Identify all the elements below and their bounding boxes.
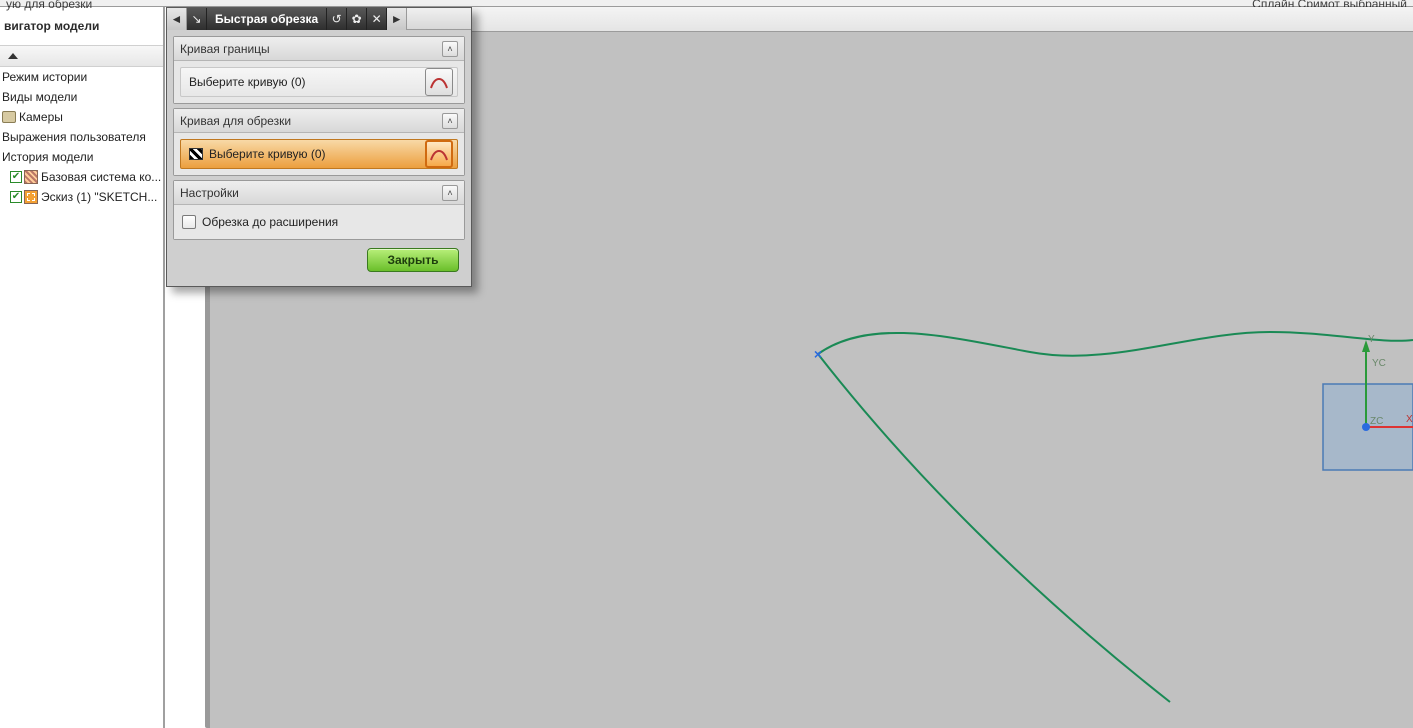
trim-to-extension-label: Обрезка до расширения <box>202 215 338 229</box>
trim-to-extension-checkbox-row[interactable]: Обрезка до расширения <box>180 211 458 233</box>
select-boundary-label: Выберите кривую (0) <box>189 75 306 89</box>
group-trim-title: Кривая для обрезки <box>180 114 291 128</box>
chevron-left-icon: ◄ <box>171 12 183 26</box>
tree-item-history-mode[interactable]: Режим истории <box>0 67 163 87</box>
select-trim-curve[interactable]: Выберите кривую (0) <box>180 139 458 169</box>
select-boundary-curve[interactable]: Выберите кривую (0) <box>180 67 458 97</box>
model-navigator-title: вигатор модели <box>0 7 163 45</box>
tree-item-datum-csys[interactable]: ✔ Базовая система ко... <box>0 167 163 187</box>
group-settings-header[interactable]: Настройки ˄ <box>174 181 464 205</box>
tree-item-user-expressions[interactable]: Выражения пользователя <box>0 127 163 147</box>
collapse-icon[interactable]: ˄ <box>442 41 458 57</box>
group-settings: Настройки ˄ Обрезка до расширения <box>173 180 465 240</box>
model-tree: Режим истории Виды модели Камеры Выражен… <box>0 67 163 228</box>
dialog-settings-button[interactable]: ✿ <box>347 8 367 30</box>
axis-z-label: ZC <box>1370 416 1383 427</box>
close-icon: ✕ <box>372 12 382 26</box>
dialog-undo-button[interactable]: ↺ <box>327 8 347 30</box>
tree-item-cameras[interactable]: Камеры <box>0 107 163 127</box>
checkbox-icon[interactable] <box>182 215 196 229</box>
tree-item-model-history[interactable]: История модели <box>0 147 163 167</box>
axis-y-label: YC <box>1372 358 1386 369</box>
chevron-right-icon: ► <box>391 12 403 26</box>
checkbox-icon[interactable]: ✔ <box>10 191 22 203</box>
undo-icon: ↺ <box>332 12 342 26</box>
navigator-sort-button[interactable] <box>0 45 163 67</box>
dialog-next-button[interactable]: ► <box>387 8 407 30</box>
close-button[interactable]: Закрыть <box>367 248 459 272</box>
curve-rule-button[interactable] <box>425 68 453 96</box>
datum-icon <box>24 170 38 184</box>
curve-icon <box>429 72 449 92</box>
axis-x-label: X <box>1406 414 1413 425</box>
curve-icon <box>429 144 449 164</box>
dialog-prev-button[interactable]: ◄ <box>167 8 187 30</box>
tree-item-sketch[interactable]: ✔ Эскиз (1) "SKETCH... <box>0 187 163 207</box>
dialog-title: Быстрая обрезка <box>207 8 327 30</box>
gear-icon: ✿ <box>352 12 362 26</box>
axis-y-top-label: Y <box>1368 334 1375 345</box>
dialog-close-button[interactable]: ✕ <box>367 8 387 30</box>
dialog-titlebar[interactable]: ◄ ↘ Быстрая обрезка ↺ ✿ ✕ ► <box>167 8 471 30</box>
axis-origin <box>1362 423 1370 431</box>
collapse-icon[interactable]: ˄ <box>442 185 458 201</box>
curve-rule-button-active[interactable] <box>425 140 453 168</box>
group-boundary-header[interactable]: Кривая границы ˄ <box>174 37 464 61</box>
quick-trim-dialog: ◄ ↘ Быстрая обрезка ↺ ✿ ✕ ► Кривая грани… <box>166 7 472 287</box>
model-navigator-panel: вигатор модели Режим истории Виды модели… <box>0 7 165 728</box>
group-settings-title: Настройки <box>180 186 239 200</box>
required-flag-icon <box>189 148 203 160</box>
collapse-icon[interactable]: ˄ <box>442 113 458 129</box>
pin-icon: ↘ <box>191 12 201 26</box>
camera-icon <box>2 111 16 123</box>
checkbox-icon[interactable]: ✔ <box>10 171 22 183</box>
group-boundary-title: Кривая границы <box>180 42 270 56</box>
select-trim-label: Выберите кривую (0) <box>209 147 326 161</box>
dialog-pin-button[interactable]: ↘ <box>187 8 207 30</box>
spline-curve-1[interactable] <box>818 332 1413 356</box>
group-trim-curve: Кривая для обрезки ˄ Выберите кривую (0) <box>173 108 465 176</box>
tree-item-model-views[interactable]: Виды модели <box>0 87 163 107</box>
tree-empty-area <box>0 228 163 728</box>
curve-endpoint-marker[interactable]: × <box>814 347 822 361</box>
sketch-icon <box>24 190 38 204</box>
spline-curve-2[interactable] <box>818 354 1170 702</box>
group-boundary-curve: Кривая границы ˄ Выберите кривую (0) <box>173 36 465 104</box>
sort-ascending-icon <box>8 53 18 59</box>
group-trim-header[interactable]: Кривая для обрезки ˄ <box>174 109 464 133</box>
